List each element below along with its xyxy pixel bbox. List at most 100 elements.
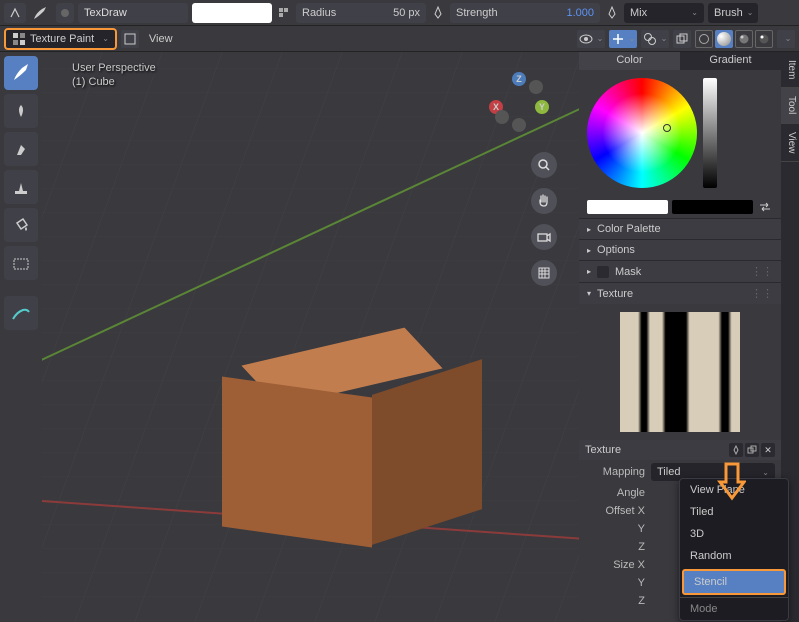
blend-mode-dropdown[interactable]: Mix ⌄ [624,3,704,23]
strength-field[interactable]: Strength 1.000 [450,3,600,23]
tool-clone[interactable] [4,170,38,204]
tool-soften[interactable] [4,94,38,128]
top-toolbar: TexDraw Radius 50 px Strength 1.000 Mix … [0,0,799,26]
tab-color[interactable]: Color [579,52,680,70]
stroke-dropdown[interactable]: Brush ⌄ [708,3,758,23]
offset-x-label: Offset X [585,505,645,517]
side-tab-tool[interactable]: Tool [781,88,799,123]
texture-paint-icon [12,32,26,46]
strength-pressure-icon[interactable] [604,3,620,23]
menu-item-3d[interactable]: 3D [680,523,788,545]
texture-name[interactable]: Texture [585,444,621,456]
texture-new-icon[interactable] [745,443,759,457]
gizmo-y[interactable]: Y [535,100,549,114]
radius-pressure-icon[interactable] [430,3,446,23]
tool-fill[interactable] [4,208,38,242]
radius-label: Radius [302,7,336,19]
chevron-down-icon: ⌄ [661,34,668,43]
value-slider[interactable] [703,78,717,188]
shading-modes [695,30,773,48]
perspective-button[interactable] [531,260,557,286]
swap-colors-icon[interactable] [757,200,773,214]
texture-name-row: Texture ✕ [579,440,781,460]
tool-mask[interactable] [4,246,38,280]
options-label: Options [597,244,635,256]
disclosure-icon: ▸ [587,225,591,234]
mapping-label: Mapping [585,466,645,478]
strength-label: Strength [456,7,498,19]
xray-toggle[interactable] [673,30,691,48]
tool-annotate[interactable] [4,296,38,330]
menu-item-stencil[interactable]: Stencil [682,569,786,595]
mode-selector[interactable]: Texture Paint ⌄ [4,28,117,50]
brush-color-swatch[interactable] [192,3,272,23]
chevron-down-icon: ⌄ [629,34,636,43]
side-tab-view[interactable]: View [781,124,799,163]
primary-color-swatch[interactable] [587,200,668,214]
mode-label: Texture Paint [30,33,94,45]
overlays-toggle[interactable]: ⌄ [641,30,669,48]
brush-label: Brush [714,7,743,19]
shading-material[interactable] [735,30,753,48]
radius-value: 50 px [393,7,420,19]
shading-solid[interactable] [715,30,733,48]
tool-toolbar [0,52,42,622]
tool-smear[interactable] [4,132,38,166]
cube-face-front [222,376,372,547]
drag-handle-icon[interactable]: ⋮⋮ [751,265,773,278]
tab-gradient[interactable]: Gradient [680,52,781,70]
shading-wireframe[interactable] [695,30,713,48]
mask-checkbox[interactable] [597,266,609,278]
angle-label: Angle [585,487,645,499]
panel-color-palette[interactable]: ▸ Color Palette [579,218,781,239]
gizmo-neg-1[interactable] [529,80,543,94]
viewport-3d[interactable]: User Perspective (1) Cube Z X Y [42,52,579,622]
secondary-color-swatch[interactable] [672,200,753,214]
panel-mask[interactable]: ▸ Mask ⋮⋮ [579,260,781,282]
snap-dropdown[interactable] [4,3,26,23]
texture-preview[interactable] [620,312,740,432]
texture-fakeuser-icon[interactable] [729,443,743,457]
size-z-label: Z [585,595,645,607]
view-menu[interactable]: View [143,33,179,45]
texture-unlink-icon[interactable]: ✕ [761,443,775,457]
color-wheel[interactable] [587,78,697,188]
mask-label: Mask [615,266,641,278]
blend-mode-label: Mix [630,7,647,19]
camera-button[interactable] [531,224,557,250]
menu-item-random[interactable]: Random [680,545,788,567]
header-toolbar: Texture Paint ⌄ View ⌄ ⌄ ⌄ ⌄ [0,26,799,52]
chevron-down-icon: ⌄ [762,468,769,477]
gizmo-neg-3[interactable] [495,110,509,124]
cube-object [222,332,462,552]
axis-gizmo[interactable]: Z X Y [489,72,549,132]
zoom-button[interactable] [531,152,557,178]
disclosure-icon: ▸ [587,246,591,255]
brush-icon [30,3,52,23]
radius-field[interactable]: Radius 50 px [296,3,426,23]
brush-name-field[interactable]: TexDraw [78,3,188,23]
brush-preset-dropdown[interactable] [56,3,74,23]
chevron-down-icon: ⌄ [597,34,604,43]
pan-button[interactable] [531,188,557,214]
chevron-down-icon: ⌄ [747,8,754,17]
menu-header-mode: Mode [680,597,788,620]
menu-item-view-plane[interactable]: View Plane [680,479,788,501]
disclosure-icon: ▾ [587,289,591,298]
panel-options[interactable]: ▸ Options [579,239,781,260]
gizmo-neg-2[interactable] [512,118,526,132]
drag-handle-icon[interactable]: ⋮⋮ [751,287,773,300]
tool-draw[interactable] [4,56,38,90]
image-slot-icon[interactable] [121,30,139,48]
gizmo-toggle[interactable]: ⌄ [609,30,637,48]
panel-texture[interactable]: ▾ Texture ⋮⋮ [579,282,781,304]
shading-dropdown[interactable]: ⌄ [777,30,795,48]
menu-item-tiled[interactable]: Tiled [680,501,788,523]
side-tab-item[interactable]: Item [781,52,799,88]
palette-icon[interactable] [276,3,292,23]
visibility-dropdown[interactable]: ⌄ [577,30,605,48]
size-x-label: Size X [585,559,645,571]
gizmo-z[interactable]: Z [512,72,526,86]
texture-header-label: Texture [597,288,633,300]
shading-rendered[interactable] [755,30,773,48]
